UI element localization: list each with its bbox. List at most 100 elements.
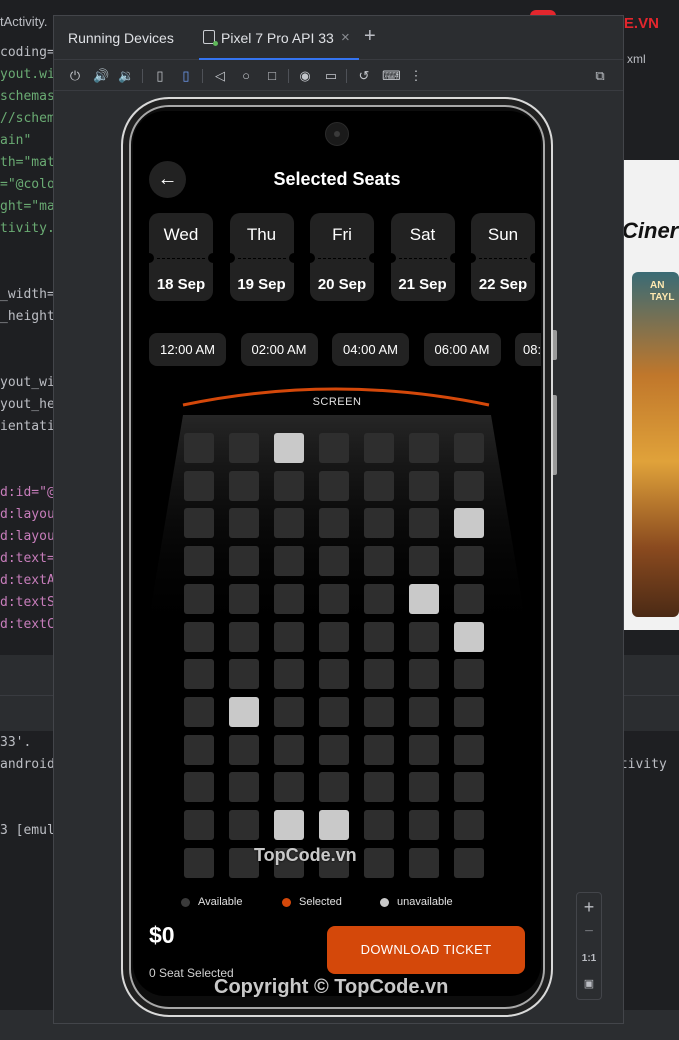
close-icon[interactable]: × — [341, 29, 350, 46]
date-card[interactable]: Wed 18 Sep — [144, 213, 218, 301]
seat[interactable] — [364, 583, 394, 614]
seat[interactable] — [454, 772, 484, 803]
seat[interactable] — [454, 810, 484, 840]
seat[interactable] — [319, 508, 349, 539]
seat[interactable] — [274, 470, 304, 501]
add-device-icon[interactable]: + — [364, 25, 376, 48]
seat[interactable] — [409, 621, 439, 652]
seat[interactable] — [184, 433, 214, 463]
time-chip[interactable]: 04:00 AM — [332, 333, 409, 366]
seat[interactable] — [454, 621, 484, 652]
seat[interactable] — [409, 772, 439, 803]
seat[interactable] — [409, 734, 439, 765]
seat[interactable] — [364, 621, 394, 652]
time-chip[interactable]: 12:00 AM — [149, 333, 226, 366]
seat[interactable] — [229, 433, 259, 463]
seat[interactable] — [274, 659, 304, 690]
screenshot-icon[interactable]: ◉ — [297, 68, 313, 84]
seat[interactable] — [454, 659, 484, 690]
seat[interactable] — [184, 810, 214, 840]
right-file-tab[interactable]: xml — [627, 52, 646, 66]
seat[interactable] — [409, 508, 439, 539]
seat[interactable] — [319, 810, 349, 840]
seat[interactable] — [319, 546, 349, 577]
seat[interactable] — [319, 696, 349, 727]
seat[interactable] — [409, 847, 439, 878]
volume-up-icon[interactable]: 🔊 — [93, 68, 109, 84]
download-ticket-button[interactable]: DOWNLOAD TICKET — [327, 926, 525, 974]
overview-icon[interactable]: □ — [264, 68, 280, 84]
seat[interactable] — [274, 546, 304, 577]
screen-record-icon[interactable]: ▭ — [323, 68, 339, 84]
seat[interactable] — [184, 508, 214, 539]
seat[interactable] — [229, 621, 259, 652]
seat[interactable] — [184, 659, 214, 690]
seat[interactable] — [229, 734, 259, 765]
seat[interactable] — [184, 847, 214, 878]
seat[interactable] — [274, 433, 304, 463]
seat[interactable] — [409, 470, 439, 501]
seat[interactable] — [274, 734, 304, 765]
seat[interactable] — [409, 659, 439, 690]
seat[interactable] — [184, 734, 214, 765]
zoom-one-to-one-button[interactable]: 1:1 — [577, 953, 601, 964]
rotate-right-icon[interactable]: ▯ — [178, 68, 194, 84]
seat[interactable] — [274, 621, 304, 652]
seat[interactable] — [454, 470, 484, 501]
seat[interactable] — [184, 546, 214, 577]
seat[interactable] — [229, 546, 259, 577]
seat[interactable] — [454, 546, 484, 577]
seat[interactable] — [184, 470, 214, 501]
date-card[interactable]: Fri 20 Sep — [305, 213, 379, 301]
editor-tab[interactable]: tActivity. — [0, 14, 47, 29]
seat[interactable] — [409, 583, 439, 614]
seat[interactable] — [184, 583, 214, 614]
seat[interactable] — [364, 433, 394, 463]
date-card[interactable]: Sun 22 Sep — [466, 213, 540, 301]
seat[interactable] — [409, 546, 439, 577]
date-card[interactable]: Sat 21 Sep — [385, 213, 460, 301]
seat[interactable] — [184, 621, 214, 652]
seat[interactable] — [184, 696, 214, 727]
seat[interactable] — [364, 847, 394, 878]
seat[interactable] — [229, 659, 259, 690]
seat[interactable] — [454, 734, 484, 765]
seat[interactable] — [454, 696, 484, 727]
zoom-in-button[interactable]: + — [577, 897, 601, 918]
seat[interactable] — [319, 659, 349, 690]
fit-screen-icon[interactable]: ▣ — [577, 977, 601, 990]
seat[interactable] — [409, 810, 439, 840]
volume-down-icon[interactable]: 🔉 — [118, 68, 134, 84]
seat[interactable] — [229, 772, 259, 803]
seat[interactable] — [364, 508, 394, 539]
seat[interactable] — [319, 470, 349, 501]
seat[interactable] — [319, 734, 349, 765]
tab-pixel-7-pro[interactable]: Pixel 7 Pro API 33 × — [199, 16, 359, 60]
zoom-out-button[interactable]: − — [577, 923, 601, 941]
seat[interactable] — [409, 433, 439, 463]
seat[interactable] — [184, 772, 214, 803]
more-icon[interactable]: ⋮ — [408, 68, 424, 84]
time-chip[interactable]: 06:00 AM — [423, 333, 501, 366]
seat[interactable] — [274, 696, 304, 727]
seat[interactable] — [364, 546, 394, 577]
reset-icon[interactable]: ↺ — [356, 68, 372, 84]
seat[interactable] — [364, 696, 394, 727]
seat[interactable] — [274, 772, 304, 803]
time-chip[interactable]: 02:00 AM — [240, 333, 318, 366]
seat[interactable] — [364, 659, 394, 690]
seat[interactable] — [454, 433, 484, 463]
back-icon[interactable]: ◁ — [212, 68, 228, 84]
rotate-left-icon[interactable]: ▯ — [152, 68, 168, 84]
seat[interactable] — [319, 433, 349, 463]
seat[interactable] — [454, 508, 484, 539]
seat[interactable] — [229, 470, 259, 501]
seat[interactable] — [454, 583, 484, 614]
power-icon[interactable]: ⏻ — [67, 68, 83, 84]
seat[interactable] — [364, 734, 394, 765]
zoom-window-icon[interactable]: ⧉ — [592, 68, 608, 84]
keyboard-icon[interactable]: ⌨ — [382, 68, 401, 84]
seat[interactable] — [274, 583, 304, 614]
seat[interactable] — [319, 621, 349, 652]
seat[interactable] — [364, 772, 394, 803]
